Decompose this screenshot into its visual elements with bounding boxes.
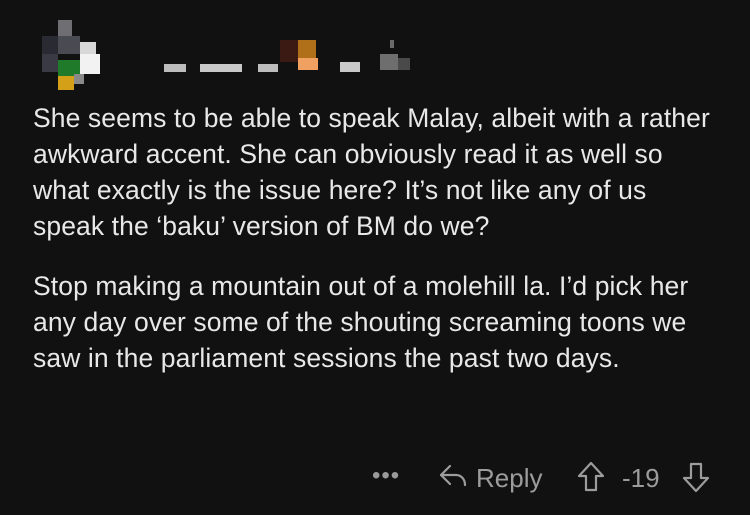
downvote-button[interactable] — [680, 460, 712, 499]
comment-body: She seems to be able to speak Malay, alb… — [33, 100, 723, 400]
comment-paragraph: She seems to be able to speak Malay, alb… — [33, 103, 710, 241]
upvote-arrow-icon — [577, 461, 605, 492]
reply-arrow-icon — [438, 463, 468, 494]
comment-header — [36, 16, 456, 96]
vote-score: -19 — [622, 463, 660, 493]
reply-button[interactable]: Reply — [438, 460, 542, 496]
downvote-arrow-icon — [682, 462, 710, 493]
reply-label: Reply — [476, 462, 543, 493]
comment: She seems to be able to speak Malay, alb… — [0, 0, 750, 515]
comment-actions: ••• Reply -19 — [0, 456, 750, 500]
more-options-button[interactable]: ••• — [372, 462, 400, 490]
comment-paragraph: Stop making a mountain out of a molehill… — [33, 271, 689, 373]
username-redacted[interactable] — [140, 40, 460, 90]
upvote-button[interactable] — [575, 460, 607, 499]
avatar[interactable] — [36, 16, 102, 90]
